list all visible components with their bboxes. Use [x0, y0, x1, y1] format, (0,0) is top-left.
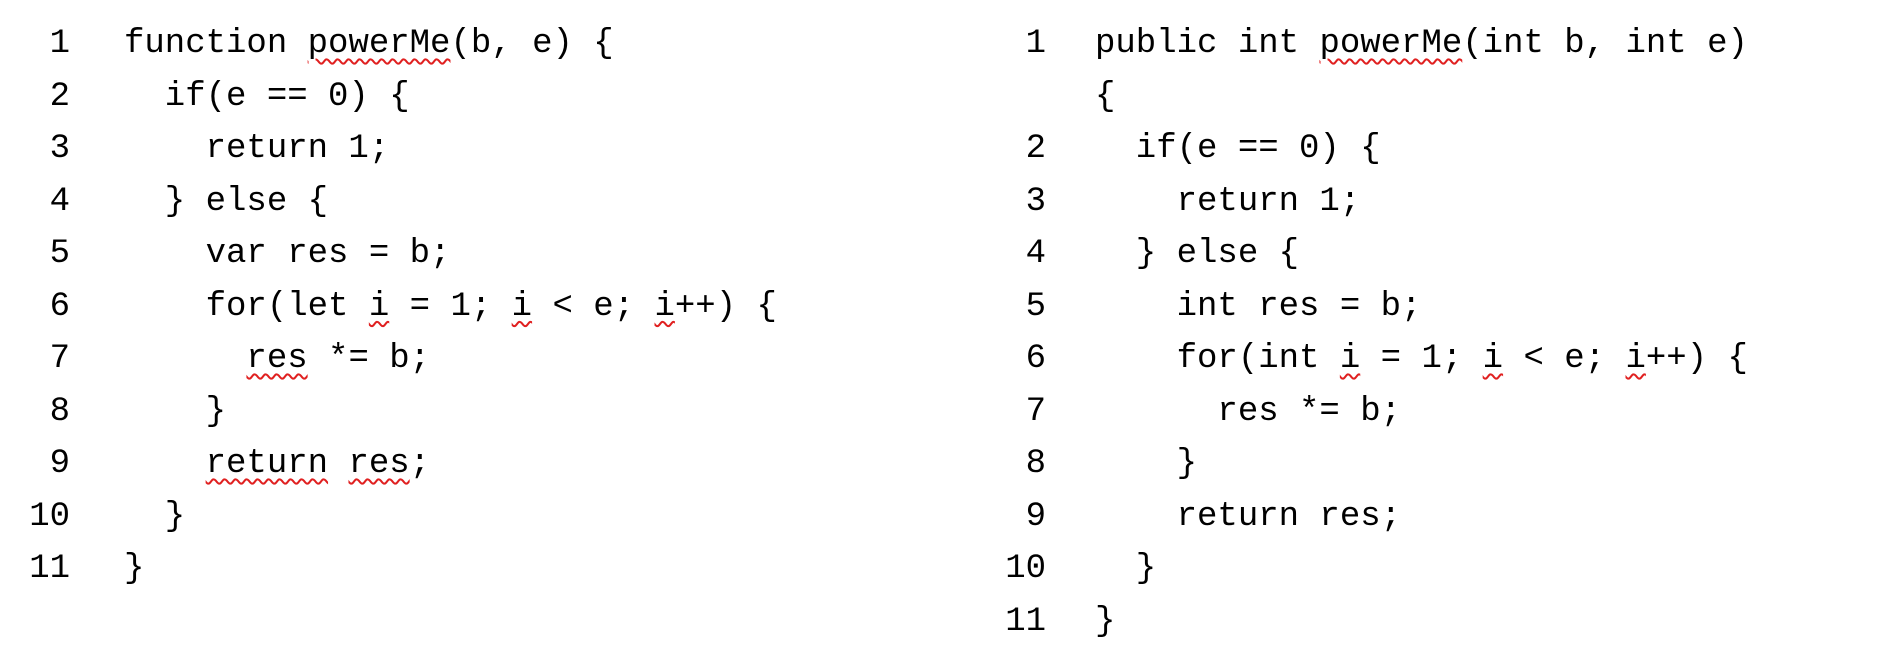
line-code: {	[1095, 71, 1115, 124]
line-code: for(int i = 1; i < e; i++) {	[1095, 333, 1748, 386]
code-text: } else {	[1095, 235, 1300, 273]
line-number: 2	[1025, 130, 1046, 168]
line-number: 10	[29, 497, 70, 536]
code-text: }	[1095, 445, 1198, 483]
line-code: return 1;	[1095, 176, 1361, 229]
code-text: }	[124, 497, 186, 536]
code-text: {	[1095, 77, 1116, 116]
line-number: 6	[1025, 340, 1046, 378]
line-number: 9	[49, 445, 70, 483]
line-number: 7	[1025, 392, 1046, 431]
code-text: int res = b;	[1095, 287, 1422, 326]
line-number: 1	[1025, 25, 1046, 63]
line-code: } else {	[1095, 228, 1299, 281]
line-code: if(e == 0) {	[1095, 123, 1381, 176]
spellcheck-flagged-word: res	[246, 340, 308, 378]
line-code: return 1;	[124, 123, 390, 176]
code-text: }	[124, 550, 145, 588]
spellcheck-flagged-word: return	[205, 445, 329, 483]
line-code: for(let i = 1; i < e; i++) {	[124, 281, 777, 334]
spellcheck-flagged-word: i	[1625, 340, 1646, 378]
line-number: 6	[49, 287, 70, 326]
line-number: 8	[49, 392, 70, 431]
spellcheck-flagged-word: i	[1339, 340, 1361, 378]
line-code: res *= b;	[1095, 386, 1401, 439]
line-number: 9	[1025, 497, 1046, 536]
code-text: return res;	[1095, 497, 1402, 536]
code-text: ;	[409, 445, 431, 483]
line-code: }	[124, 386, 226, 439]
code-text: if(e == 0) {	[1095, 130, 1381, 168]
line-code: function powerMe(b, e) {	[124, 18, 614, 71]
code-text: var res = b;	[124, 235, 451, 273]
line-code: }	[1095, 596, 1115, 649]
code-text: = 1;	[1360, 340, 1483, 378]
line-number: 3	[49, 130, 70, 168]
code-text: < e;	[532, 287, 655, 326]
spellcheck-flagged-word: i	[368, 287, 390, 326]
code-text: ++) {	[1645, 340, 1748, 378]
line-number: 5	[49, 235, 70, 273]
line-code: res *= b;	[124, 333, 430, 386]
code-text: }	[124, 392, 227, 431]
code-text: } else {	[124, 182, 329, 221]
code-text: (b, e) {	[450, 25, 614, 63]
line-number: 8	[1025, 445, 1046, 483]
line-code: } else {	[124, 176, 328, 229]
code-text: if(e == 0) {	[124, 77, 410, 116]
spellcheck-flagged-word: powerMe	[1319, 25, 1463, 63]
line-code: }	[1095, 438, 1197, 491]
line-number: 4	[49, 182, 70, 221]
code-text: return 1;	[1095, 182, 1361, 221]
code-text: (int b, int e)	[1462, 25, 1748, 63]
line-number: 4	[1025, 235, 1046, 273]
line-number: 11	[29, 550, 70, 588]
code-text: res *= b;	[1095, 392, 1402, 431]
code-text: }	[1095, 602, 1116, 641]
line-number: 5	[1025, 287, 1046, 326]
line-number: 11	[1005, 602, 1046, 641]
line-code: return res;	[1095, 491, 1401, 544]
code-text: < e;	[1503, 340, 1626, 378]
line-code: if(e == 0) {	[124, 71, 410, 124]
code-text: return 1;	[124, 130, 390, 168]
line-number: 1	[49, 25, 70, 63]
line-code: public int powerMe(int b, int e)	[1095, 18, 1748, 71]
spellcheck-flagged-word: powerMe	[307, 25, 451, 63]
line-code: }	[124, 543, 144, 596]
code-text: }	[1095, 550, 1157, 588]
line-number: 3	[1025, 182, 1046, 221]
code-text: public int	[1095, 25, 1320, 63]
spellcheck-flagged-word: i	[1482, 340, 1504, 378]
code-text: *= b;	[307, 340, 431, 378]
line-code: }	[124, 491, 185, 544]
code-text: for(let	[124, 287, 369, 326]
code-text: ++) {	[674, 287, 777, 326]
code-text: = 1;	[389, 287, 512, 326]
line-code: }	[1095, 543, 1156, 596]
spellcheck-flagged-word: i	[654, 287, 675, 326]
line-code: var res = b;	[124, 228, 451, 281]
code-text: for(int	[1095, 340, 1340, 378]
spellcheck-flagged-word: i	[511, 287, 533, 326]
line-code: int res = b;	[1095, 281, 1422, 334]
line-number: 7	[49, 340, 70, 378]
spellcheck-flagged-word: res	[348, 445, 410, 483]
code-text: function	[124, 25, 308, 63]
line-code: return res;	[124, 438, 430, 491]
line-number: 10	[1005, 550, 1046, 588]
line-number: 2	[49, 77, 70, 116]
